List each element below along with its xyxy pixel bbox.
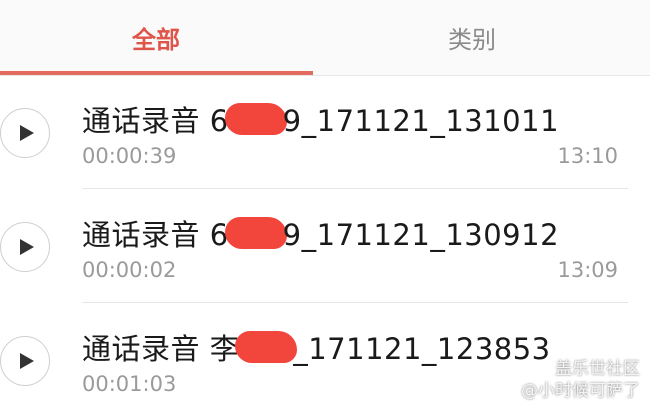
play-button[interactable] (0, 222, 50, 272)
title-suffix: 9_171121_130912 (282, 218, 560, 252)
row-divider (82, 302, 628, 303)
watermark-line2: @小时候可萨了 (521, 381, 640, 401)
title-prefix: 通话录音 李 (82, 332, 240, 366)
recording-time: 13:10 (557, 144, 618, 168)
recording-title: 通话录音 李 _171121_123853 (82, 326, 551, 368)
play-icon (20, 353, 34, 369)
tab-all[interactable]: 全部 (0, 0, 312, 74)
redaction-mark (224, 217, 287, 249)
recording-time: 13:09 (557, 258, 618, 282)
play-icon (20, 125, 34, 141)
watermark: 盖乐世社区 @小时候可萨了 (521, 358, 640, 402)
title-prefix: 通话录音 6 (82, 104, 229, 138)
title-prefix: 通话录音 6 (82, 218, 229, 252)
recording-duration: 00:00:02 (82, 258, 177, 282)
title-suffix: 9_171121_131011 (282, 104, 560, 138)
list-item[interactable]: 通话录音 6 9_171121_131011 00:00:39 13:10 (0, 76, 650, 190)
recording-duration: 00:00:39 (82, 144, 177, 168)
redaction-mark (235, 331, 298, 363)
title-suffix: _171121_123853 (293, 332, 551, 366)
recording-duration: 00:01:03 (82, 372, 177, 396)
list-item[interactable]: 通话录音 6 9_171121_130912 00:00:02 13:09 (0, 190, 650, 304)
play-button[interactable] (0, 108, 50, 158)
tab-bar: 全部 类别 (0, 0, 650, 76)
watermark-line1: 盖乐世社区 (555, 359, 640, 379)
redaction-mark (224, 103, 287, 135)
row-divider (82, 188, 628, 189)
recording-title: 通话录音 6 9_171121_131011 (82, 98, 559, 140)
play-icon (20, 239, 34, 255)
recording-title: 通话录音 6 9_171121_130912 (82, 212, 559, 254)
play-button[interactable] (0, 336, 50, 386)
tab-category[interactable]: 类别 (316, 0, 628, 74)
